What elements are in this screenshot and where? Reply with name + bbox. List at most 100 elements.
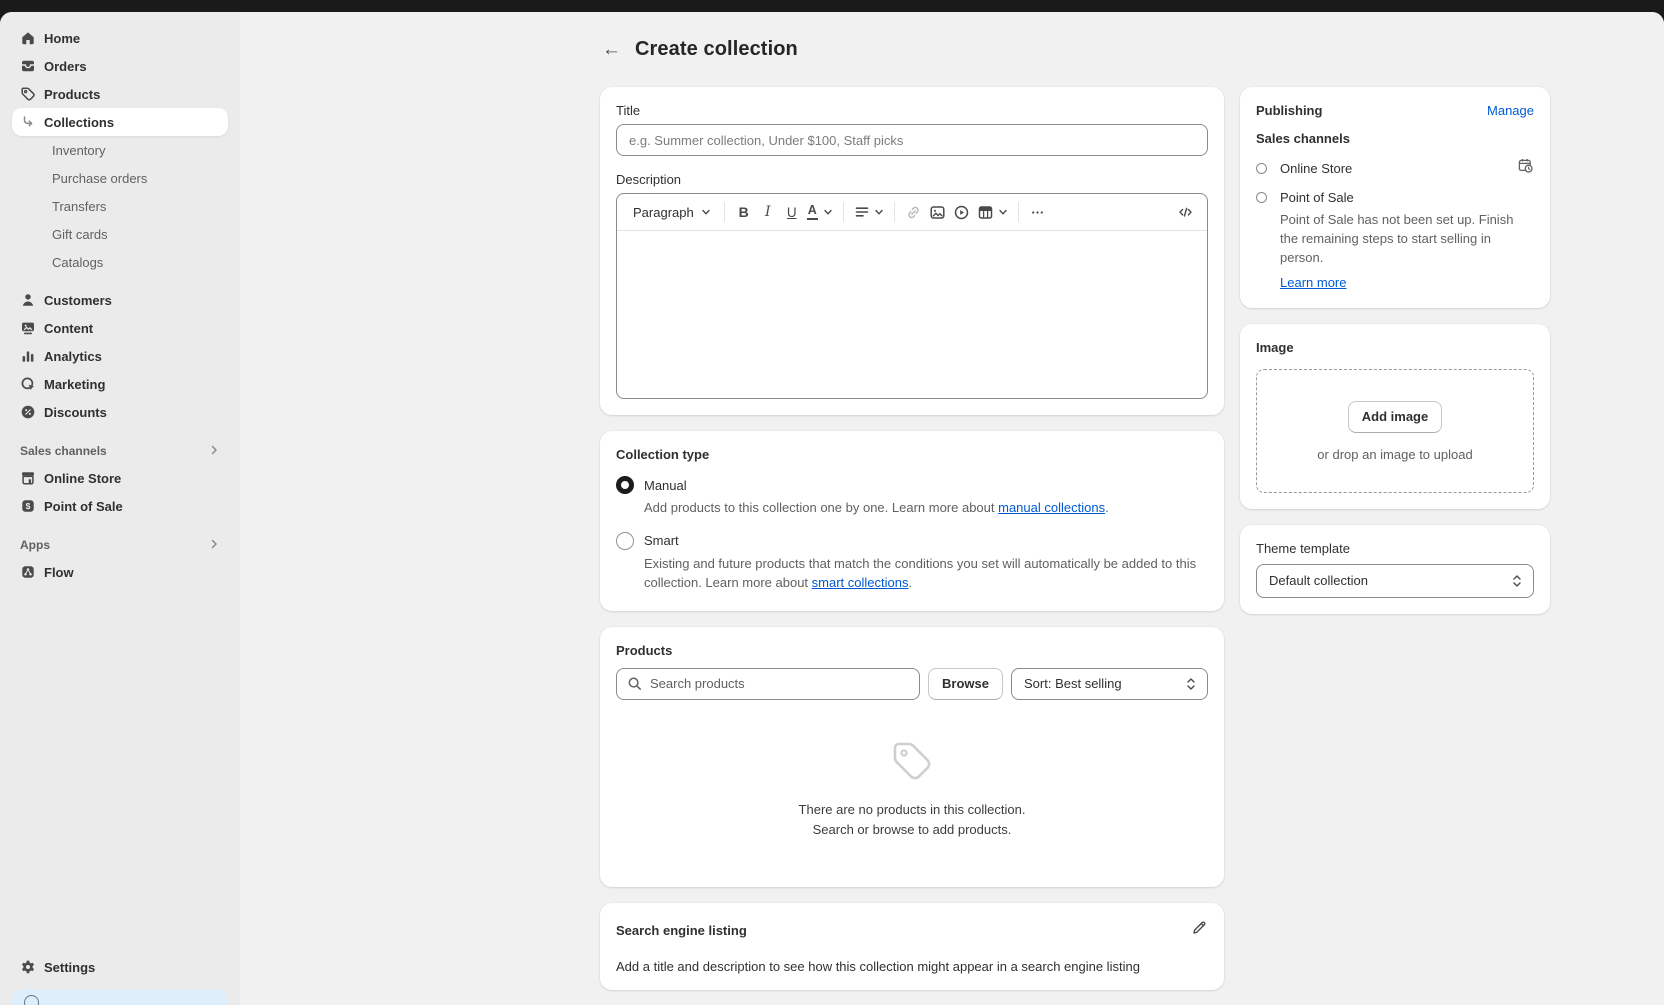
sidebar-section-sales-channels[interactable]: Sales channels (12, 438, 228, 464)
sidebar-item-label: Settings (44, 960, 95, 975)
analytics-icon (20, 348, 36, 364)
chevron-down-icon (874, 207, 884, 217)
manage-link[interactable]: Manage (1487, 103, 1534, 118)
products-empty-state: There are no products in this collection… (616, 700, 1208, 872)
discounts-icon (20, 404, 36, 420)
description-textarea[interactable] (617, 231, 1207, 398)
italic-icon: I (765, 204, 771, 220)
app-frame: Home Orders Products Collections Invento… (0, 12, 1664, 1005)
sort-select[interactable]: Sort: Best selling (1011, 668, 1208, 700)
customers-icon (20, 292, 36, 308)
page-title: Create collection (635, 38, 798, 61)
smart-description-text: Existing and future products that match … (644, 556, 1196, 590)
sales-channels-subheading: Sales channels (1256, 131, 1534, 146)
sidebar-item-label: Discounts (44, 405, 107, 420)
smart-description: Existing and future products that match … (644, 555, 1208, 593)
promo-card[interactable] (12, 989, 228, 1005)
sidebar-item-content[interactable]: Content (12, 314, 228, 342)
sidebar-item-label: Collections (44, 115, 114, 130)
italic-button[interactable]: I (756, 199, 780, 225)
image-heading: Image (1256, 340, 1534, 355)
edit-seo-button[interactable] (1191, 919, 1208, 941)
sidebar-item-purchase-orders[interactable]: Purchase orders (12, 164, 228, 192)
promo-circle-icon (24, 995, 39, 1005)
sidebar-item-products[interactable]: Products (12, 80, 228, 108)
tag-icon (887, 736, 937, 786)
insert-video-button[interactable] (950, 199, 974, 225)
learn-more-link[interactable]: Learn more (1280, 275, 1346, 290)
smart-radio-button[interactable] (616, 532, 634, 550)
video-play-icon (953, 204, 970, 221)
updown-caret-icon (1185, 677, 1197, 691)
sidebar-item-label: Online Store (44, 471, 121, 486)
sidebar-item-customers[interactable]: Customers (12, 286, 228, 314)
sidebar-item-label: Customers (44, 293, 112, 308)
sidebar-item-collections[interactable]: Collections (12, 108, 228, 136)
title-input[interactable] (616, 124, 1208, 156)
sidebar-section-apps[interactable]: Apps (12, 532, 228, 558)
theme-template-select[interactable]: Default collection (1256, 564, 1534, 598)
sidebar-item-analytics[interactable]: Analytics (12, 342, 228, 370)
toolbar-divider (724, 202, 725, 222)
sidebar-item-online-store[interactable]: Online Store (12, 464, 228, 492)
channel-row-point-of-sale: Point of Sale (1256, 190, 1534, 205)
theme-template-heading: Theme template (1256, 541, 1534, 556)
underline-button[interactable]: U (780, 199, 804, 225)
table-icon (977, 204, 994, 221)
toolbar-divider (843, 202, 844, 222)
image-card: Image Add image or drop an image to uplo… (1240, 324, 1550, 509)
sidebar-item-label: Gift cards (52, 227, 108, 242)
publishing-heading: Publishing (1256, 103, 1322, 118)
show-html-button[interactable] (1173, 199, 1197, 225)
manual-collections-link[interactable]: manual collections (998, 500, 1105, 515)
sub-arrow-icon (20, 114, 36, 130)
sidebar-item-gift-cards[interactable]: Gift cards (12, 220, 228, 248)
sidebar-item-home[interactable]: Home (12, 24, 228, 52)
sidebar-item-transfers[interactable]: Transfers (12, 192, 228, 220)
insert-link-button[interactable] (902, 199, 926, 225)
orders-icon (20, 58, 36, 74)
sidebar-item-label: Analytics (44, 349, 102, 364)
marketing-icon (20, 376, 36, 392)
sidebar-item-orders[interactable]: Orders (12, 52, 228, 80)
manual-radio-button[interactable] (616, 476, 634, 494)
editor-toolbar: Paragraph B I U A (617, 194, 1207, 231)
product-search-input[interactable] (650, 676, 909, 691)
sidebar-item-settings[interactable]: Settings (12, 953, 228, 981)
sidebar-item-point-of-sale[interactable]: $ Point of Sale (12, 492, 228, 520)
sidebar-item-marketing[interactable]: Marketing (12, 370, 228, 398)
title-label: Title (616, 103, 1208, 118)
text-align-dropdown[interactable] (851, 199, 887, 225)
text-color-dropdown[interactable]: A (804, 199, 836, 225)
sidebar-item-label: Point of Sale (44, 499, 123, 514)
schedule-publish-button[interactable] (1517, 157, 1534, 179)
theme-template-card: Theme template Default collection (1240, 525, 1550, 614)
sidebar-item-discounts[interactable]: Discounts (12, 398, 228, 426)
seo-heading: Search engine listing (616, 923, 747, 938)
insert-table-dropdown[interactable] (974, 199, 1011, 225)
sidebar-item-catalogs[interactable]: Catalogs (12, 248, 228, 276)
browse-button[interactable]: Browse (928, 668, 1003, 700)
bold-icon: B (739, 204, 749, 220)
paragraph-style-dropdown[interactable]: Paragraph (627, 199, 717, 225)
publishing-card: Publishing Manage Sales channels Online … (1240, 87, 1550, 308)
sidebar-item-flow[interactable]: Flow (12, 558, 228, 586)
add-image-button[interactable]: Add image (1348, 401, 1442, 433)
insert-image-button[interactable] (926, 199, 950, 225)
smart-radio-row[interactable]: Smart (616, 532, 1208, 550)
bold-button[interactable]: B (732, 199, 756, 225)
manual-radio-row[interactable]: Manual (616, 476, 1208, 494)
channel-label: Point of Sale (1280, 190, 1534, 205)
ellipsis-icon (1029, 204, 1046, 221)
home-icon (20, 30, 36, 46)
back-arrow-button[interactable]: ← (602, 40, 621, 59)
sidebar-item-inventory[interactable]: Inventory (12, 136, 228, 164)
sidebar-item-label: Flow (44, 565, 74, 580)
more-options-button[interactable] (1026, 199, 1050, 225)
smart-collections-link[interactable]: smart collections (812, 575, 909, 590)
image-dropzone[interactable]: Add image or drop an image to upload (1256, 369, 1534, 493)
collection-type-card: Collection type Manual Add products to t… (600, 431, 1224, 611)
text-color-icon: A (807, 204, 818, 220)
sidebar-item-label: Catalogs (52, 255, 103, 270)
tag-icon (20, 86, 36, 102)
